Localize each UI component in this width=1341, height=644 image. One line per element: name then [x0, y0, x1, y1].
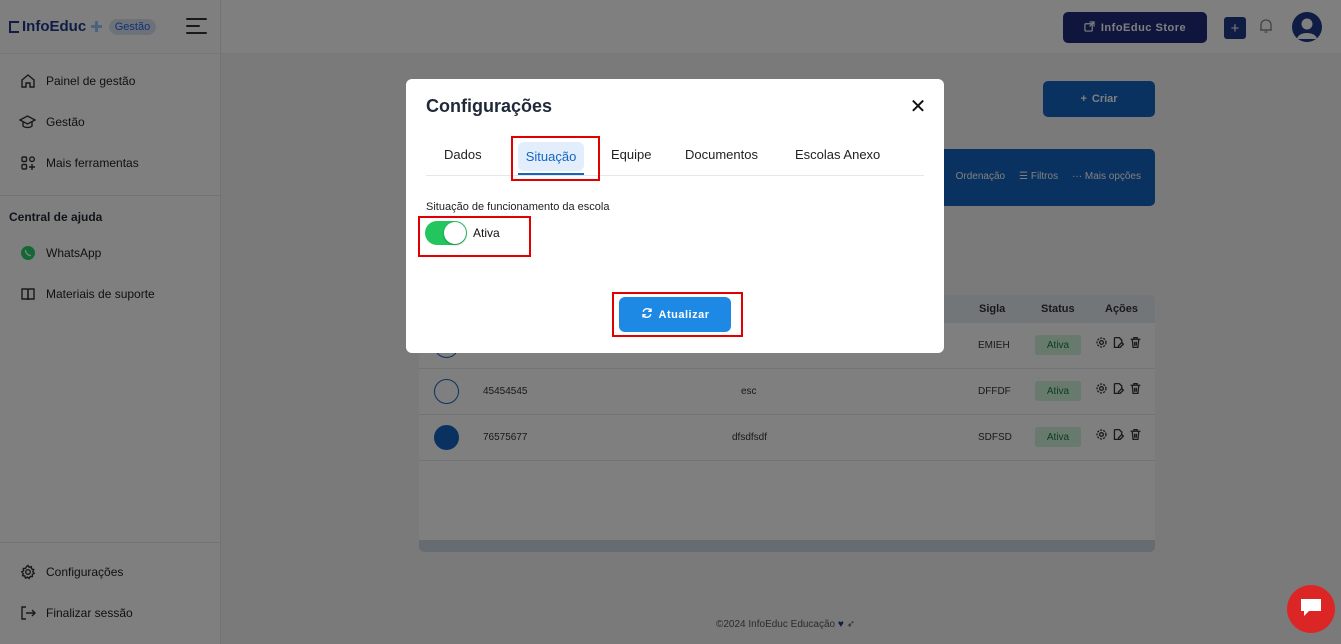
highlight-box-button	[612, 292, 743, 337]
tab-dados[interactable]: Dados	[444, 147, 482, 162]
tab-documentos[interactable]: Documentos	[685, 147, 758, 162]
highlight-box-tab	[511, 136, 600, 181]
modal-tabs: Dados Situação Equipe Documentos Escolas…	[426, 137, 924, 176]
chat-icon	[1299, 596, 1323, 623]
highlight-box-toggle	[418, 216, 531, 257]
close-icon[interactable]: ✕	[908, 97, 928, 117]
modal-title: Configurações	[426, 96, 553, 116]
settings-modal: Configurações ✕ Dados Situação Equipe Do…	[406, 79, 944, 353]
tab-equipe[interactable]: Equipe	[611, 147, 651, 162]
chat-button[interactable]	[1287, 585, 1335, 633]
tab-escolas-anexo[interactable]: Escolas Anexo	[795, 147, 880, 162]
section-label: Situação de funcionamento da escola	[426, 201, 610, 213]
